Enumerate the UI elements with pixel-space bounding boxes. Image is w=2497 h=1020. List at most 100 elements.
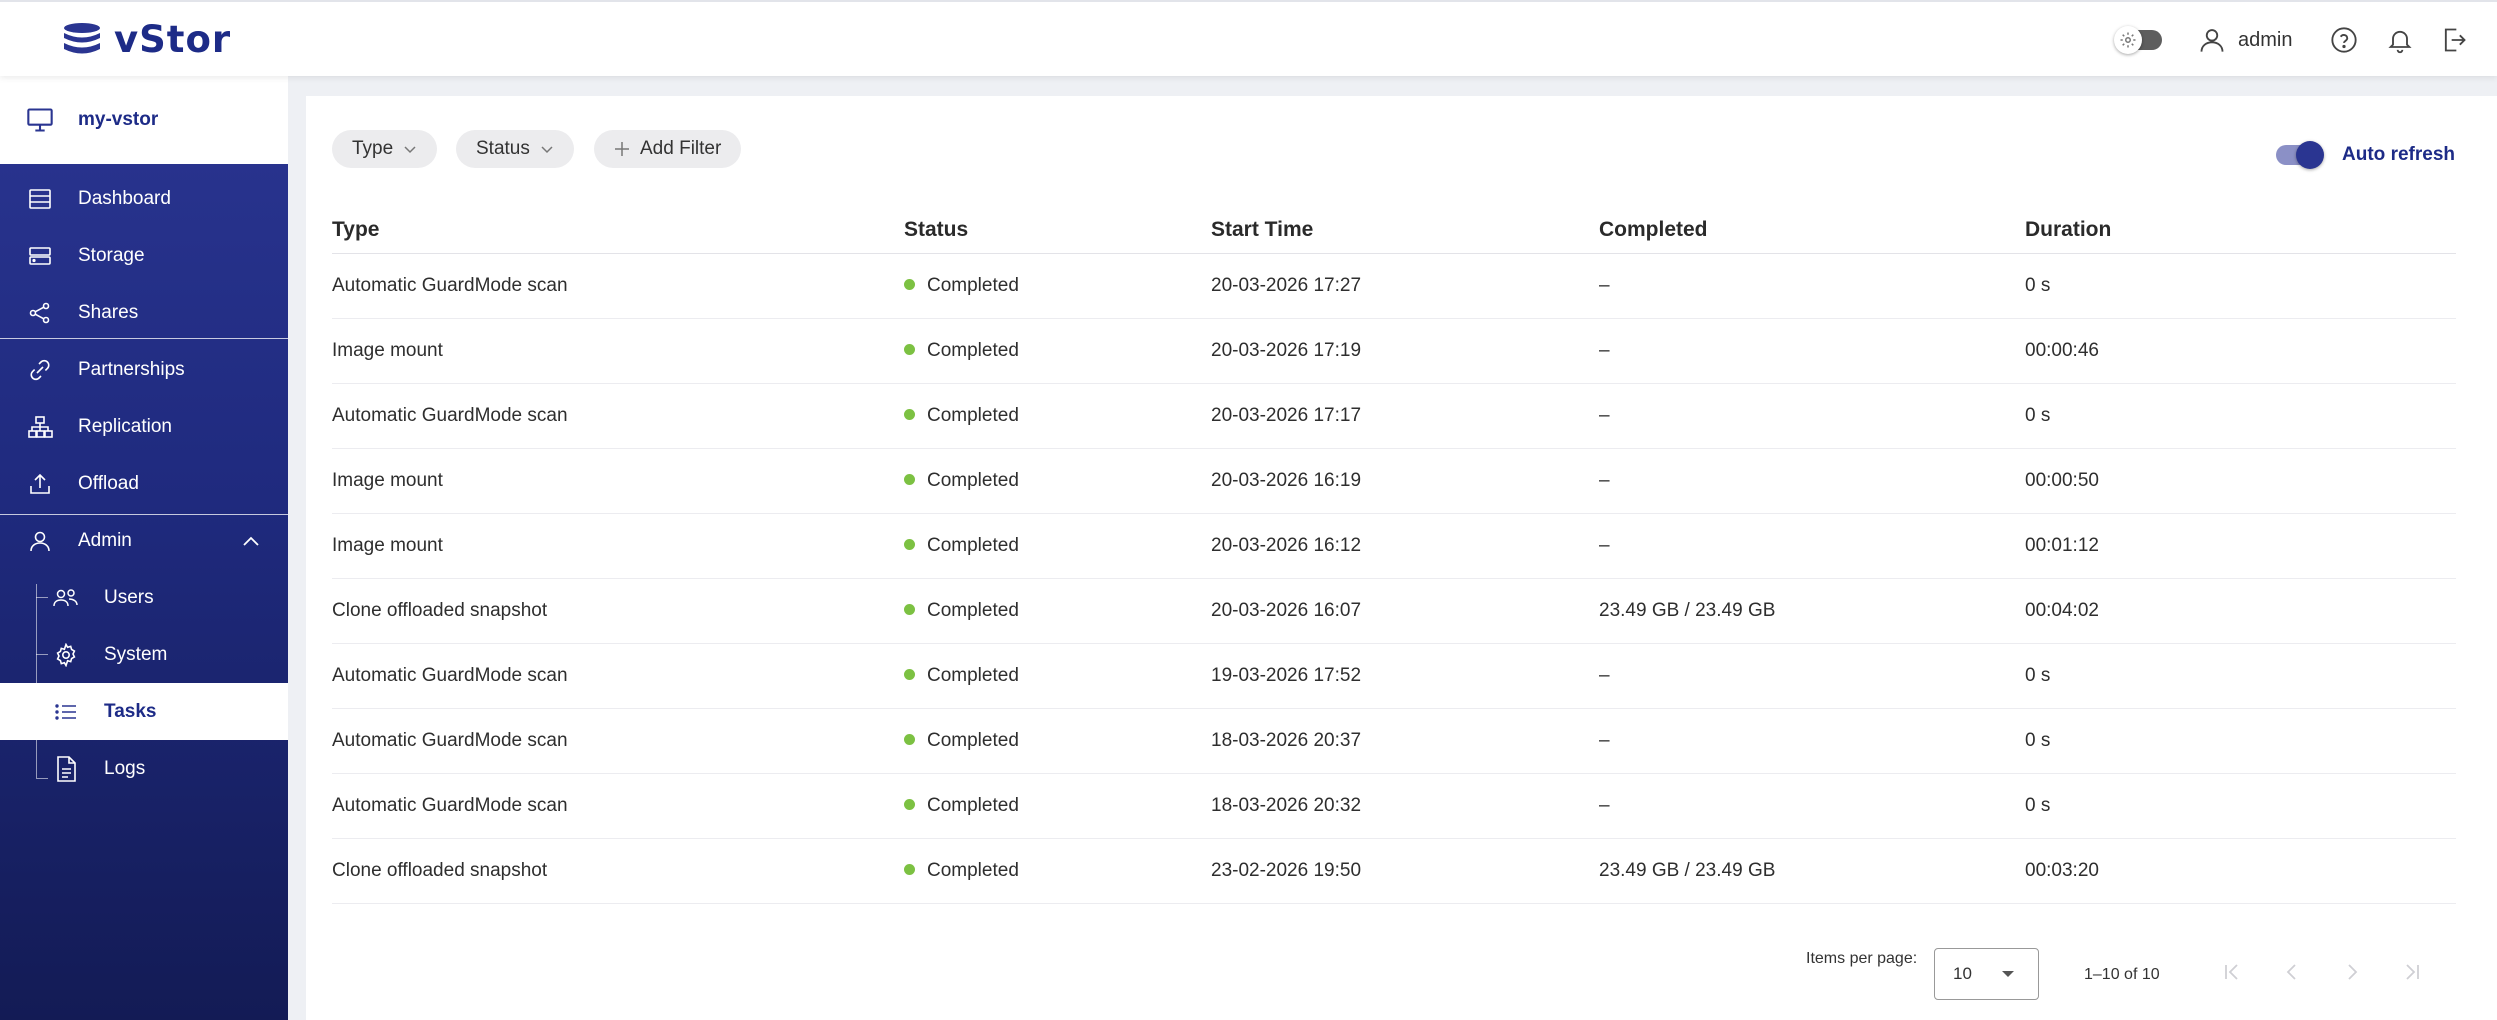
document-icon — [52, 755, 80, 783]
table-row[interactable]: Automatic GuardMode scan Completed 20-03-2… — [332, 384, 2456, 449]
cell-duration: 00:01:12 — [2025, 535, 2099, 556]
auto-refresh-toggle[interactable] — [2276, 141, 2325, 169]
table-row[interactable]: Automatic GuardMode scan Completed 20-03-2… — [332, 254, 2456, 319]
cell-status: Completed — [904, 795, 1019, 817]
status-text: Completed — [927, 470, 1019, 491]
sidebar-item-label: Partnerships — [78, 358, 185, 380]
cell-duration: 00:00:50 — [2025, 470, 2099, 491]
cell-start-time: 23-02-2026 19:50 — [1211, 860, 1362, 881]
upload-icon — [26, 470, 54, 498]
cell-completed: – — [1599, 730, 1610, 751]
cell-start-time: 18-03-2026 20:37 — [1211, 730, 1362, 751]
cell-start-time: 20-03-2026 17:17 — [1211, 405, 1362, 426]
sidebar-item-replication[interactable]: Replication — [0, 398, 288, 455]
table-row[interactable]: Automatic GuardMode scan Completed 18-03-2… — [332, 709, 2456, 774]
cell-start-time: 20-03-2026 16:12 — [1211, 535, 1362, 556]
table-row[interactable]: Automatic GuardMode scan Completed 19-03-2… — [332, 644, 2456, 709]
sidebar-item-admin[interactable]: Admin — [0, 512, 288, 569]
column-header-completed[interactable]: Completed — [1599, 218, 1708, 242]
cell-type: Automatic GuardMode scan — [332, 405, 568, 426]
cell-duration: 0 s — [2025, 730, 2051, 751]
toggle-knob — [2296, 141, 2325, 169]
status-dot-icon — [904, 734, 915, 745]
status-dot-icon — [904, 604, 915, 615]
user-icon — [26, 527, 54, 555]
theme-toggle[interactable] — [2114, 26, 2162, 54]
status-text: Completed — [927, 860, 1019, 881]
previous-page-icon[interactable] — [2278, 958, 2306, 986]
cell-duration: 00:03:20 — [2025, 860, 2099, 881]
cell-start-time: 20-03-2026 17:27 — [1211, 275, 1362, 296]
sidebar-item-tasks[interactable]: Tasks — [0, 683, 288, 740]
dashboard-icon — [26, 185, 54, 213]
status-text: Completed — [927, 795, 1019, 816]
column-header-status[interactable]: Status — [904, 218, 968, 242]
sidebar-item-system[interactable]: System — [0, 626, 288, 683]
username: admin — [2238, 28, 2293, 51]
auto-refresh-label: Auto refresh — [2342, 144, 2455, 165]
sidebar-item-logs[interactable]: Logs — [0, 740, 288, 797]
status-text: Completed — [927, 535, 1019, 556]
cell-type: Clone offloaded snapshot — [332, 860, 548, 881]
items-per-page-select[interactable]: 10 — [1934, 948, 2039, 1000]
cell-completed: 23.49 GB / 23.49 GB — [1599, 860, 1776, 881]
cell-completed: – — [1599, 470, 1610, 491]
table-row[interactable]: Clone offloaded snapshot Completed 23-02-2… — [332, 839, 2456, 904]
cell-type: Image mount — [332, 340, 443, 361]
user-menu[interactable]: admin — [2198, 26, 2292, 54]
status-dot-icon — [904, 669, 915, 680]
table-row[interactable]: Clone offloaded snapshot Completed 20-03-2… — [332, 579, 2456, 644]
cell-start-time: 20-03-2026 16:07 — [1211, 600, 1362, 621]
column-header-start-time[interactable]: Start Time — [1211, 218, 1313, 242]
cell-status: Completed — [904, 405, 1019, 427]
sidebar-item-offload[interactable]: Offload — [0, 455, 288, 512]
sidebar: my-vstor Dashboard Storage Shares Partne… — [0, 76, 288, 1020]
cell-duration: 0 s — [2025, 405, 2051, 426]
logout-icon[interactable] — [2440, 26, 2468, 54]
sidebar-item-label: Users — [104, 586, 154, 608]
table-row[interactable]: Automatic GuardMode scan Completed 18-03-2… — [332, 774, 2456, 839]
page-range: 1–10 of 10 — [2084, 966, 2160, 983]
gear-icon — [52, 641, 80, 669]
link-icon — [26, 356, 54, 384]
hierarchy-icon — [26, 413, 54, 441]
help-icon[interactable] — [2330, 26, 2358, 54]
cell-type: Image mount — [332, 535, 443, 556]
add-filter-button[interactable]: Add Filter — [594, 130, 742, 168]
status-text: Completed — [927, 665, 1019, 686]
table-row[interactable]: Image mount Completed 20-03-2026 16:19 – 00:… — [332, 449, 2456, 514]
table-row[interactable]: Image mount Completed 20-03-2026 16:12 – 00:… — [332, 514, 2456, 579]
column-header-duration[interactable]: Duration — [2025, 218, 2111, 242]
table-row[interactable]: Image mount Completed 20-03-2026 17:19 – 00:… — [332, 319, 2456, 384]
column-header-type[interactable]: Type — [332, 218, 379, 242]
sidebar-item-partnerships[interactable]: Partnerships — [0, 341, 288, 398]
cell-start-time: 19-03-2026 17:52 — [1211, 665, 1362, 686]
device-selector[interactable]: my-vstor — [0, 76, 288, 164]
cell-completed: – — [1599, 795, 1610, 816]
status-filter-label: Status — [476, 138, 530, 159]
first-page-icon[interactable] — [2218, 958, 2246, 986]
cell-start-time: 20-03-2026 17:19 — [1211, 340, 1362, 361]
auto-refresh: Auto refresh — [2276, 141, 2455, 169]
type-filter[interactable]: Type — [332, 130, 438, 168]
sidebar-item-label: Logs — [104, 757, 146, 779]
status-filter[interactable]: Status — [456, 130, 574, 168]
brand-logo[interactable]: vStor — [62, 18, 231, 61]
cell-type: Automatic GuardMode scan — [332, 665, 568, 686]
cell-completed: – — [1599, 275, 1610, 296]
sidebar-item-label: Shares — [78, 301, 139, 323]
sidebar-item-storage[interactable]: Storage — [0, 227, 288, 284]
cell-status: Completed — [904, 340, 1019, 362]
sidebar-item-label: Offload — [78, 472, 139, 494]
sidebar-item-shares[interactable]: Shares — [0, 284, 288, 341]
chevron-up-icon[interactable] — [242, 535, 260, 547]
sidebar-item-users[interactable]: Users — [0, 569, 288, 626]
bell-icon[interactable] — [2386, 26, 2414, 54]
last-page-icon[interactable] — [2398, 958, 2426, 986]
cell-completed: 23.49 GB / 23.49 GB — [1599, 600, 1776, 621]
cell-completed: – — [1599, 340, 1610, 361]
status-dot-icon — [904, 344, 915, 355]
cell-duration: 00:00:46 — [2025, 340, 2099, 361]
sidebar-item-dashboard[interactable]: Dashboard — [0, 170, 288, 227]
next-page-icon[interactable] — [2338, 958, 2366, 986]
